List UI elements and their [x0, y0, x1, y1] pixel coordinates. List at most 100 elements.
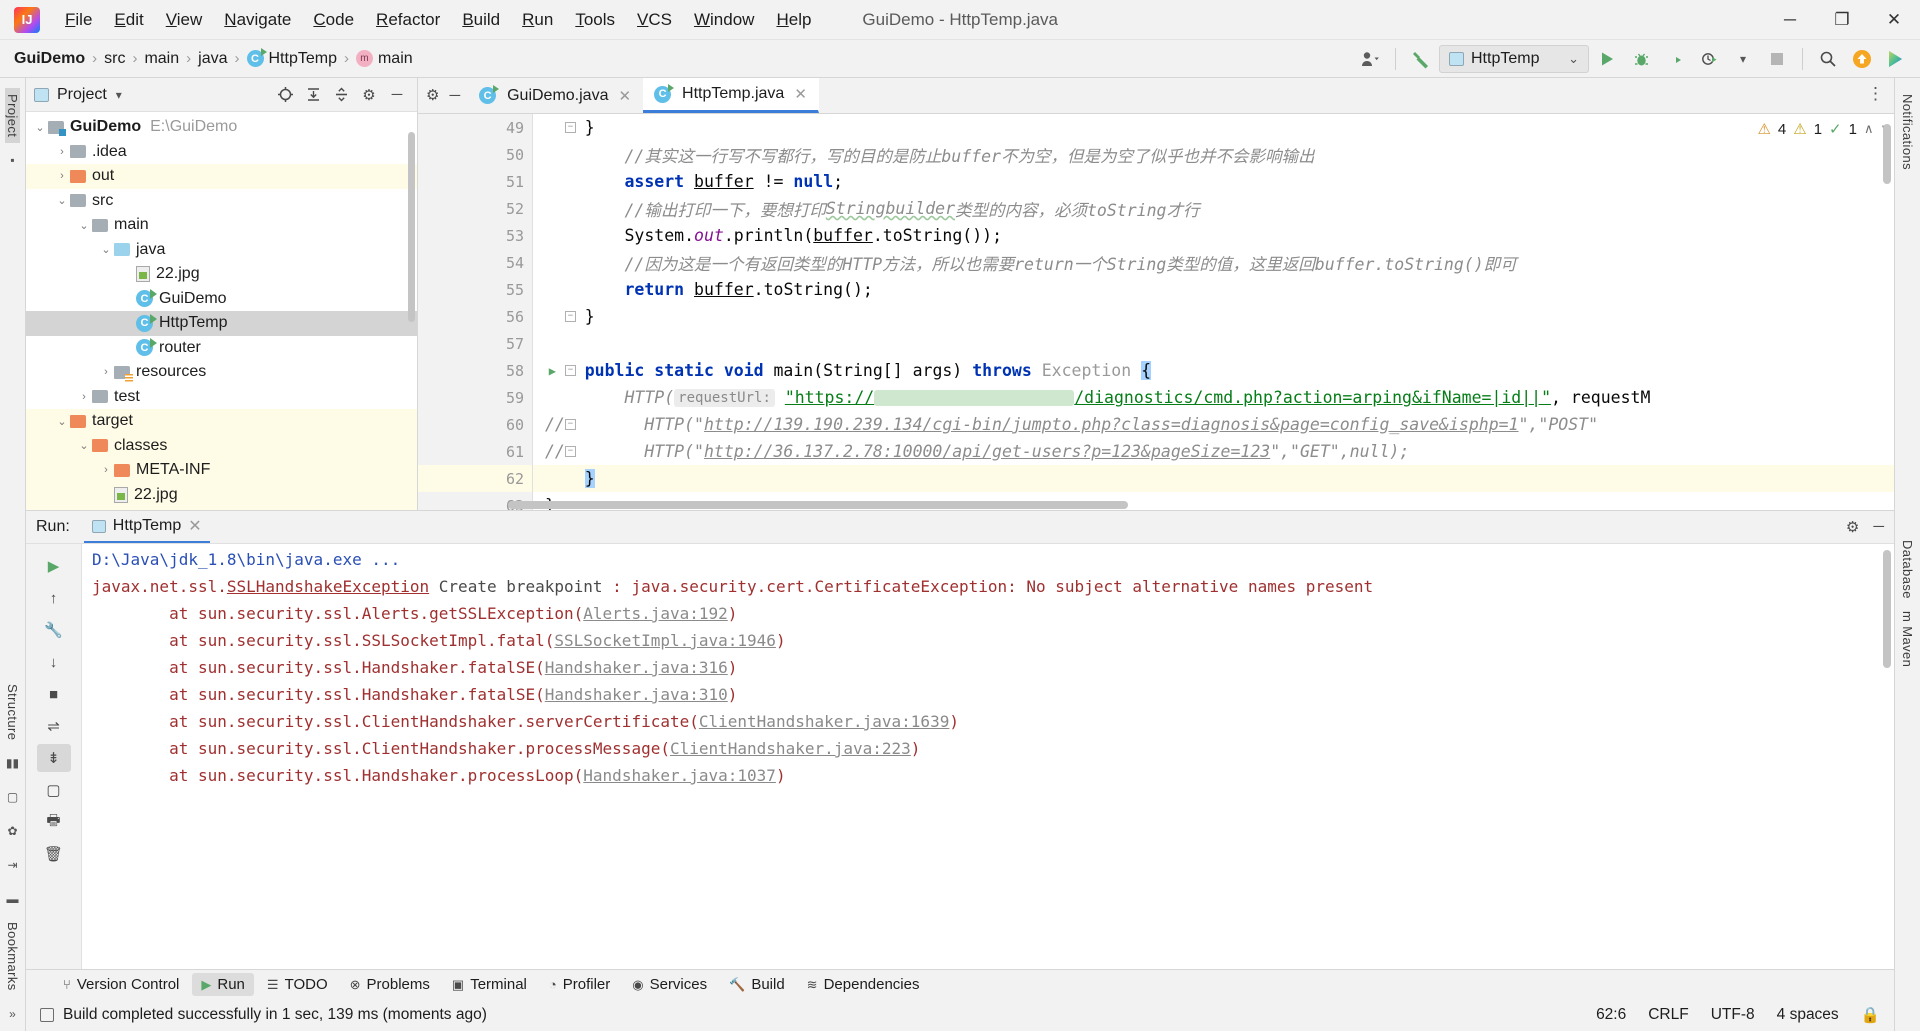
- tool-window-button-run[interactable]: ▶ Run: [192, 973, 254, 996]
- code-line-61[interactable]: // HTTP(" http://36.137.2.78:10000/api/ge…: [533, 438, 1894, 465]
- close-icon[interactable]: ✕: [188, 516, 201, 536]
- tree-node--idea[interactable]: › .idea: [26, 140, 417, 165]
- chevron-down-icon[interactable]: ⌄: [76, 219, 92, 232]
- breadcrumb-item-java[interactable]: java: [198, 50, 227, 68]
- tree-node-22-jpg[interactable]: 22.jpg: [26, 262, 417, 287]
- code-editor[interactable]: 49−50515253545556−5758▶−5960−61−62−63 } …: [418, 114, 1894, 510]
- inspection-widget[interactable]: ⚠ 4 ⚠ 1 ✓ 1 ∧ ∨: [1757, 120, 1890, 139]
- exit-icon[interactable]: ⇥: [7, 858, 17, 872]
- tree-node-src[interactable]: ⌄ src: [26, 189, 417, 214]
- indent-setting[interactable]: 4 spaces: [1777, 1006, 1839, 1024]
- breadcrumb-item-httptemp[interactable]: C HttpTemp: [246, 48, 337, 68]
- chevron-down-icon[interactable]: ⌄: [54, 415, 70, 428]
- settings-icon[interactable]: ⚙: [1846, 518, 1859, 536]
- gutter-line-59[interactable]: 59: [418, 384, 532, 411]
- close-icon[interactable]: ✕: [794, 85, 807, 103]
- chevron-right-icon[interactable]: ›: [54, 146, 70, 158]
- wrench-icon[interactable]: 🔧: [37, 616, 71, 644]
- chevron-down-icon[interactable]: ▾: [116, 88, 122, 102]
- code-line-54[interactable]: //因为这是一个有返回类型的HTTP方法，所以也需要return一个String…: [533, 249, 1894, 276]
- gutter-line-53[interactable]: 53: [418, 222, 532, 249]
- camera-strip-icon[interactable]: ▢: [7, 790, 18, 804]
- gutter-line-58[interactable]: 58 ▶ −: [418, 357, 576, 384]
- menu-item-view[interactable]: View: [155, 6, 214, 34]
- menu-item-help[interactable]: Help: [765, 6, 822, 34]
- previous-highlight-icon[interactable]: ∧: [1864, 121, 1874, 137]
- tree-node-target[interactable]: ⌄ target: [26, 409, 417, 434]
- breadcrumb-item-main[interactable]: main: [144, 50, 179, 68]
- gutter-line-60[interactable]: 60−: [418, 411, 576, 438]
- chevron-right-icon[interactable]: ›: [54, 170, 70, 182]
- project-scrollbar[interactable]: [408, 132, 415, 322]
- gutter-line-49[interactable]: 49−: [418, 114, 576, 141]
- build-hammer-icon[interactable]: [1405, 44, 1437, 74]
- gutter-line-54[interactable]: 54: [418, 249, 532, 276]
- menu-item-file[interactable]: File: [54, 6, 103, 34]
- menu-item-run[interactable]: Run: [511, 6, 564, 34]
- chevron-right-icon[interactable]: ›: [98, 366, 114, 378]
- editor-horizontal-scrollbar[interactable]: [508, 501, 1128, 509]
- stacktrace-link[interactable]: Handshaker.java:316: [545, 658, 728, 677]
- code-line-55[interactable]: return buffer .toString();: [533, 276, 1894, 303]
- hide-icon[interactable]: ─: [1873, 518, 1884, 536]
- tree-node-meta-inf[interactable]: › META-INF: [26, 458, 417, 483]
- tree-node-22-jpg[interactable]: 22.jpg: [26, 482, 417, 507]
- line-separator[interactable]: CRLF: [1648, 1006, 1688, 1024]
- up-icon[interactable]: ↑: [37, 584, 71, 612]
- gutter-line-50[interactable]: 50: [418, 141, 532, 168]
- account-icon[interactable]: [1354, 44, 1386, 74]
- hide-icon[interactable]: ─: [385, 83, 409, 107]
- tree-node-out[interactable]: › out: [26, 164, 417, 189]
- profile-button[interactable]: [1693, 44, 1725, 74]
- tool-window-button-todo[interactable]: ☰ TODO: [258, 973, 337, 996]
- ide-feature-icon[interactable]: [1880, 44, 1912, 74]
- menu-item-window[interactable]: Window: [683, 6, 765, 34]
- code-line-51[interactable]: assert buffer != null;: [533, 168, 1894, 195]
- update-icon[interactable]: [1846, 44, 1878, 74]
- debug-button[interactable]: [1625, 44, 1657, 74]
- gutter-line-55[interactable]: 55: [418, 276, 532, 303]
- stacktrace-link[interactable]: Handshaker.java:310: [545, 685, 728, 704]
- tree-node-guidemo[interactable]: CGuiDemo: [26, 507, 417, 510]
- tree-node-guidemo[interactable]: ⌄ GuiDemo E:\GuiDemo: [26, 115, 417, 140]
- expand-all-icon[interactable]: [301, 83, 325, 107]
- lock-icon[interactable]: 🔒: [1861, 1006, 1880, 1025]
- sidebar-item-structure[interactable]: Structure: [5, 678, 20, 746]
- menu-item-build[interactable]: Build: [451, 6, 511, 34]
- gutter-line-51[interactable]: 51: [418, 168, 532, 195]
- rerun-icon[interactable]: ▶: [37, 552, 71, 580]
- tool-window-button-version-control[interactable]: ⑂ Version Control: [54, 973, 188, 996]
- tree-node-java[interactable]: ⌄ java: [26, 238, 417, 263]
- editor-gutter[interactable]: 49−50515253545556−5758▶−5960−61−62−63: [418, 114, 576, 510]
- settings-icon[interactable]: ⚙: [426, 86, 439, 104]
- tool-window-button-terminal[interactable]: ▣ Terminal: [443, 973, 536, 996]
- hide-icon[interactable]: ─: [449, 87, 460, 104]
- tree-node-guidemo[interactable]: CGuiDemo: [26, 287, 417, 312]
- code-line-52[interactable]: //输出打印一下，要想打印 Stringbuilder 类型的内容，必须toStri…: [533, 195, 1894, 222]
- editor-more-icon[interactable]: ⋮: [1867, 84, 1886, 104]
- chevron-right-icon[interactable]: ›: [76, 391, 92, 403]
- tool-window-button-dependencies[interactable]: ≋ Dependencies: [798, 973, 929, 996]
- stacktrace-link[interactable]: Handshaker.java:1037: [583, 766, 776, 785]
- gutter-line-52[interactable]: 52: [418, 195, 532, 222]
- caret-position[interactable]: 62:6: [1596, 1006, 1626, 1024]
- file-encoding[interactable]: UTF-8: [1711, 1006, 1755, 1024]
- run-button[interactable]: [1591, 44, 1623, 74]
- chevron-right-icon[interactable]: ›: [98, 464, 114, 476]
- stacktrace-link[interactable]: ClientHandshaker.java:1639: [699, 712, 949, 731]
- code-line-56[interactable]: }: [533, 303, 1894, 330]
- maximize-button[interactable]: ❐: [1816, 0, 1868, 40]
- tree-node-resources[interactable]: › resources: [26, 360, 417, 385]
- close-icon[interactable]: ✕: [618, 87, 631, 105]
- chevron-down-icon[interactable]: ⌄: [54, 194, 70, 207]
- code-line-57[interactable]: [533, 330, 1894, 357]
- chevron-down-icon[interactable]: ⌄: [98, 243, 114, 256]
- settings-icon[interactable]: ⚙: [357, 83, 381, 107]
- editor-code[interactable]: } //其实这一行写不写都行，写的目的是防止buffer不为空，但是为空了似乎也…: [533, 114, 1894, 510]
- collapse-all-icon[interactable]: [329, 83, 353, 107]
- chevron-down-icon[interactable]: ⌄: [76, 439, 92, 452]
- profile-dropdown-icon[interactable]: ▾: [1727, 44, 1759, 74]
- run-with-coverage-button[interactable]: [1659, 44, 1691, 74]
- trash-icon[interactable]: 🗑: [37, 840, 71, 868]
- tree-node-test[interactable]: › test: [26, 385, 417, 410]
